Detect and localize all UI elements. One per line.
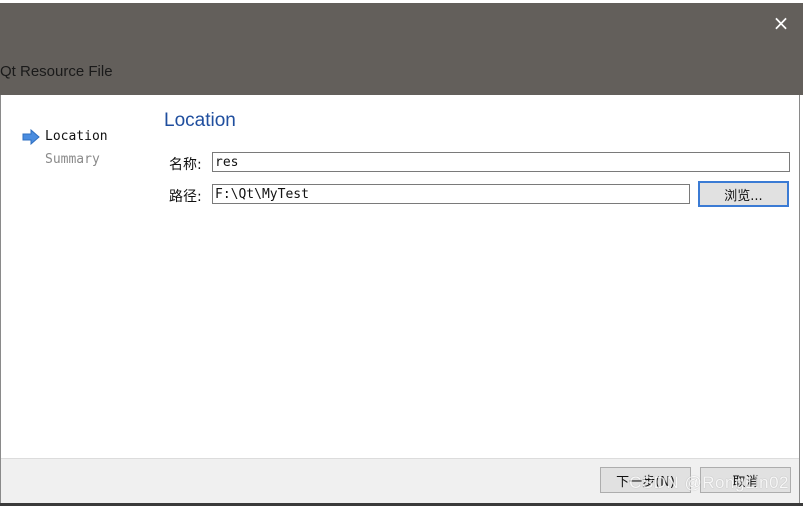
close-icon[interactable]: ×: [769, 11, 793, 35]
name-input[interactable]: [212, 152, 790, 172]
frame-right-border: [799, 95, 800, 505]
wizard-steps: Location Summary: [22, 127, 152, 173]
current-step-arrow-icon: [22, 129, 40, 145]
path-input[interactable]: [212, 184, 690, 204]
frame-left-border: [0, 95, 1, 505]
cancel-button[interactable]: 取消: [700, 467, 791, 493]
step-location: Location: [22, 127, 152, 150]
wizard-header: × Qt Resource File: [0, 3, 803, 95]
wizard-title: Qt Resource File: [0, 63, 113, 80]
page-title: Location: [164, 110, 236, 131]
path-label: 路径:: [169, 189, 202, 205]
browse-button[interactable]: 浏览...: [698, 181, 789, 207]
step-summary: Summary: [22, 150, 152, 173]
name-label: 名称:: [169, 157, 202, 173]
next-button[interactable]: 下一步(N): [600, 467, 691, 493]
step-label: Location: [45, 129, 108, 144]
step-label: Summary: [45, 152, 100, 167]
